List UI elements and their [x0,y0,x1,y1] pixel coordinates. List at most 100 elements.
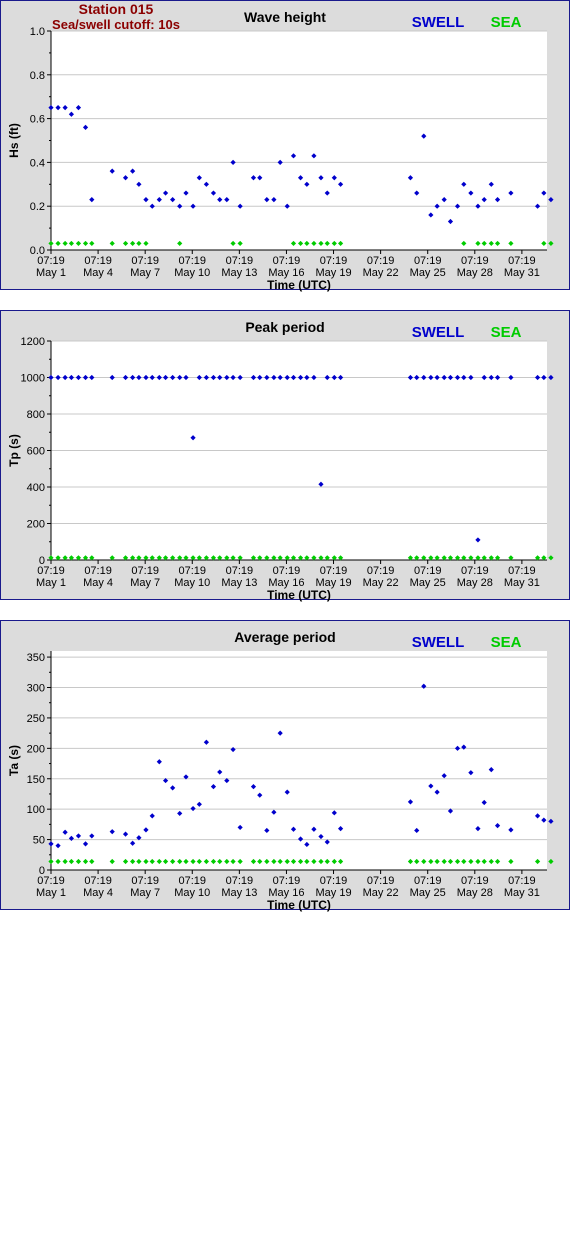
x-tick-time-label: 07:19 [179,875,207,887]
sea-point [548,240,554,247]
x-tick-date-label: May 25 [410,887,446,899]
y-tick-label: 0.4 [30,157,45,169]
average-period-chart: 05010015020025030035007:19May 107:19May … [7,629,554,912]
x-tick-time-label: 07:19 [273,565,301,577]
x-tick-date-label: May 13 [221,887,257,899]
x-tick-time-label: 07:19 [461,255,489,267]
x-tick-time-label: 07:19 [131,255,159,267]
legend-sea: SEA [491,634,522,651]
x-tick-date-label: May 28 [457,267,493,279]
sea-point [548,858,554,865]
x-tick-time-label: 07:19 [226,255,254,267]
y-tick-label: 50 [33,835,45,847]
x-tick-date-label: May 31 [504,887,540,899]
x-tick-date-label: May 25 [410,267,446,279]
x-tick-date-label: May 1 [36,267,66,279]
x-tick-date-label: May 4 [83,267,113,279]
x-axis-title: Time (UTC) [267,278,331,292]
x-tick-time-label: 07:19 [508,565,536,577]
x-tick-time-label: 07:19 [320,255,348,267]
x-tick-date-label: May 7 [130,267,160,279]
swell-point [548,818,554,824]
peak-period-chart: 02004006008001000120007:19May 107:19May … [7,319,554,602]
y-tick-label: 250 [27,713,45,725]
x-tick-time-label: 07:19 [414,875,442,887]
y-tick-label: 350 [27,652,45,664]
x-tick-time-label: 07:19 [131,875,159,887]
x-tick-time-label: 07:19 [367,565,395,577]
x-tick-date-label: May 25 [410,577,446,589]
x-tick-time-label: 07:19 [367,875,395,887]
x-tick-time-label: 07:19 [367,255,395,267]
chart-title: Peak period [245,319,324,335]
x-tick-time-label: 07:19 [84,255,112,267]
y-tick-label: 600 [27,446,45,458]
legend-swell: SWELL [412,324,465,341]
y-axis-title: Ta (s) [7,745,21,776]
x-tick-date-label: May 10 [174,267,210,279]
chart-title: Average period [234,629,335,645]
x-tick-time-label: 07:19 [273,875,301,887]
x-tick-date-label: May 31 [504,577,540,589]
x-tick-date-label: May 13 [221,577,257,589]
y-tick-label: 800 [27,409,45,421]
x-tick-time-label: 07:19 [414,565,442,577]
x-tick-date-label: May 4 [83,577,113,589]
sea-point [548,555,554,561]
x-tick-time-label: 07:19 [508,875,536,887]
station-name: Station 015 [78,1,154,17]
x-tick-date-label: May 10 [174,577,210,589]
x-tick-time-label: 07:19 [37,255,65,267]
legend-sea: SEA [491,14,522,31]
x-tick-date-label: May 4 [83,887,113,899]
y-tick-label: 300 [27,683,45,695]
x-tick-date-label: May 31 [504,267,540,279]
x-tick-time-label: 07:19 [273,255,301,267]
station-header: Station 015 Sea/swell cutoff: 10s [1,1,231,33]
peak-period-panel: 0 200 400 600 800 1000 1200 07:19 May 1 07:19 May … [0,310,570,602]
y-tick-label: 0.6 [30,114,45,126]
legend-sea: SEA [491,324,522,341]
average-period-panel: 0 50 100 150 200 250 300 350 07:19 May 1 07:19 May … [0,620,570,912]
x-tick-time-label: 07:19 [84,565,112,577]
x-tick-date-label: May 22 [363,887,399,899]
y-axis-title: Tp (s) [7,434,21,467]
x-tick-date-label: May 1 [36,887,66,899]
x-tick-time-label: 07:19 [179,255,207,267]
x-tick-time-label: 07:19 [320,875,348,887]
x-tick-time-label: 07:19 [179,565,207,577]
y-tick-label: 200 [27,519,45,531]
wave-height-chart: 0.00.20.40.60.81.007:19May 107:19May 407… [7,9,554,292]
x-tick-date-label: May 28 [457,887,493,899]
sea-swell-cutoff: Sea/swell cutoff: 10s [52,17,180,32]
chart-title: Wave height [244,9,326,25]
x-tick-time-label: 07:19 [226,565,254,577]
y-tick-label: 150 [27,774,45,786]
x-tick-time-label: 07:19 [84,875,112,887]
x-tick-time-label: 07:19 [414,255,442,267]
x-tick-date-label: May 10 [174,887,210,899]
x-tick-date-label: May 7 [130,887,160,899]
x-tick-time-label: 07:19 [37,565,65,577]
swell-point [548,197,554,203]
x-tick-time-label: 07:19 [461,875,489,887]
legend-swell: SWELL [412,634,465,651]
swell-point [548,374,554,381]
y-tick-label: 0.8 [30,70,45,82]
x-tick-time-label: 07:19 [461,565,489,577]
plot-area [51,31,547,250]
legend-swell: SWELL [412,14,465,31]
x-tick-date-label: May 1 [36,577,66,589]
x-tick-time-label: 07:19 [226,875,254,887]
x-tick-date-label: May 22 [363,577,399,589]
plot-area [51,651,547,870]
y-tick-label: 200 [27,743,45,755]
y-tick-label: 1000 [21,373,45,385]
y-tick-label: 400 [27,482,45,494]
x-tick-time-label: 07:19 [131,565,159,577]
wave-height-panel: 0.0 0.2 0.4 0.6 0.8 1.0 07:19 May 1 07:19 May 4 07… [0,0,570,292]
x-axis-title: Time (UTC) [267,588,331,602]
x-tick-date-label: May 13 [221,267,257,279]
y-tick-label: 100 [27,804,45,816]
x-tick-date-label: May 28 [457,577,493,589]
